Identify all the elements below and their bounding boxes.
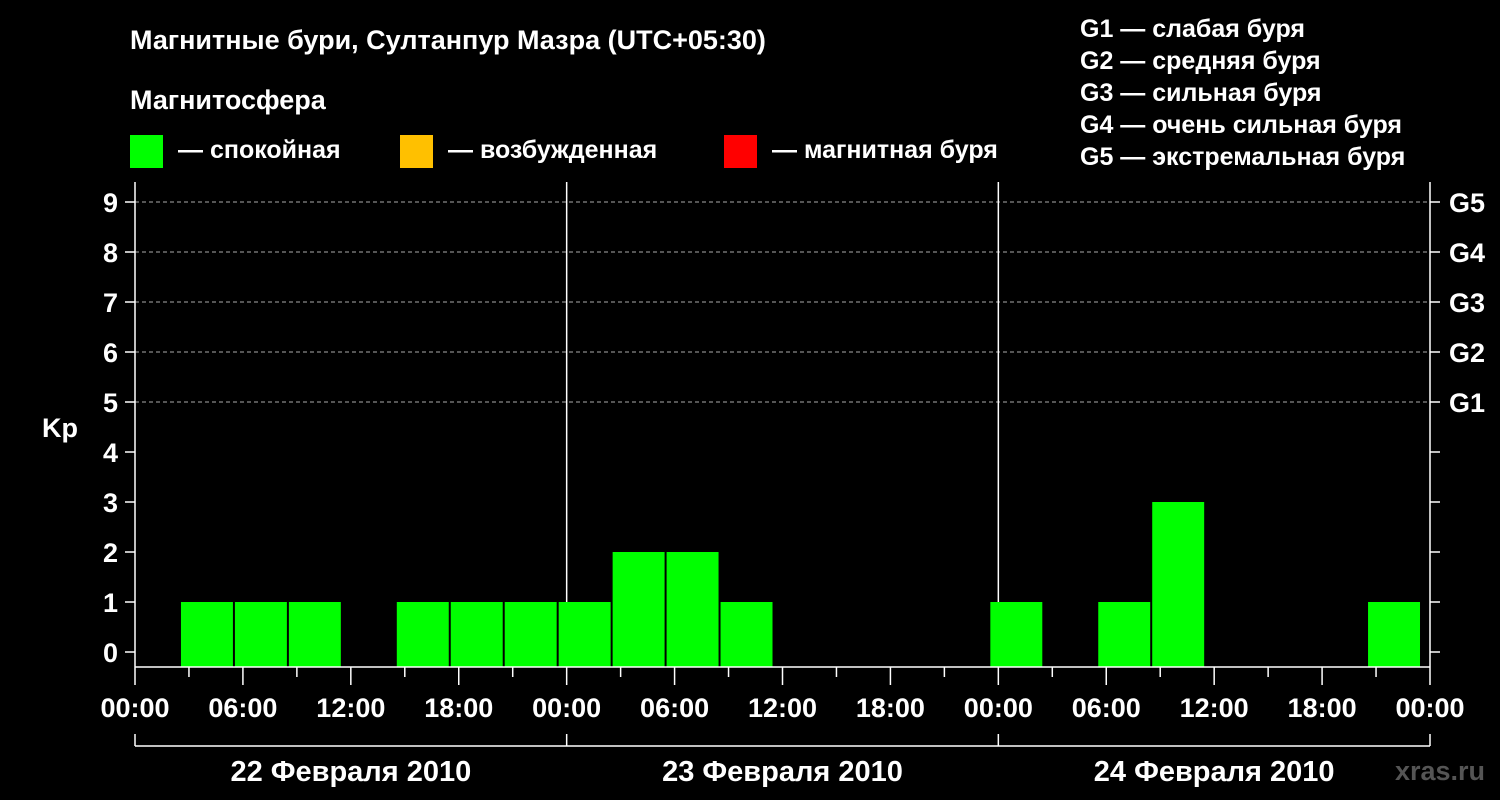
x-tick-label-8: 00:00 [964, 693, 1033, 723]
y-tick-label-9: 9 [103, 188, 118, 218]
y-tick-label-5: 5 [103, 388, 118, 418]
bar-6 [504, 602, 557, 667]
right-tick-label-G1: G1 [1449, 388, 1485, 418]
legend: — спокойная — возбужденная — магнитная б… [130, 135, 998, 168]
legend-swatch-active [400, 135, 433, 168]
bar-10 [720, 602, 773, 667]
grid [135, 182, 1430, 667]
x-tick-label-4: 00:00 [532, 693, 601, 723]
legend-label-quiet: — спокойная [178, 136, 341, 164]
storm-level-g1: G1 — слабая буря [1080, 15, 1305, 43]
y-axis-label: Kp [42, 413, 78, 443]
storm-level-legend: G1 — слабая буря G2 — средняя буря G3 — … [1080, 15, 1405, 171]
x-tick-label-11: 18:00 [1288, 693, 1357, 723]
bar-7 [558, 602, 611, 667]
y-tick-label-8: 8 [103, 238, 118, 268]
bars [180, 502, 1421, 667]
bar-5 [450, 602, 503, 667]
legend-swatch-storm [724, 135, 757, 168]
x-tick-label-5: 06:00 [640, 693, 709, 723]
right-tick-label-G5: G5 [1449, 188, 1485, 218]
day-label-2: 24 Февраля 2010 [1094, 756, 1335, 788]
bar-8 [612, 552, 665, 667]
legend-label-active: — возбужденная [448, 136, 657, 164]
x-tick-label-1: 06:00 [208, 693, 277, 723]
bar-17 [1098, 602, 1151, 667]
x-tick-label-9: 06:00 [1072, 693, 1141, 723]
y-tick-label-2: 2 [103, 538, 118, 568]
x-tick-label-0: 00:00 [100, 693, 169, 723]
y-tick-label-6: 6 [103, 338, 118, 368]
storm-level-g3: G3 — сильная буря [1080, 79, 1322, 107]
bar-2 [288, 602, 341, 667]
x-tick-label-7: 18:00 [856, 693, 925, 723]
watermark: xras.ru [1395, 756, 1485, 786]
x-tick-label-6: 12:00 [748, 693, 817, 723]
day-label-0: 22 Февраля 2010 [230, 756, 471, 788]
bar-1 [234, 602, 287, 667]
x-tick-label-12: 00:00 [1395, 693, 1464, 723]
day-label-1: 23 Февраля 2010 [662, 756, 903, 788]
storm-level-g5: G5 — экстремальная буря [1080, 143, 1405, 171]
legend-label-storm: — магнитная буря [772, 136, 998, 164]
storm-level-g4: G4 — очень сильная буря [1080, 111, 1402, 139]
legend-swatch-quiet [130, 135, 163, 168]
bar-9 [666, 552, 719, 667]
kp-chart: Магнитные бури, Султанпур Мазра (UTC+05:… [42, 15, 1485, 788]
x-tick-label-10: 12:00 [1180, 693, 1249, 723]
y-tick-label-7: 7 [103, 288, 118, 318]
y-tick-label-3: 3 [103, 488, 118, 518]
y-tick-label-4: 4 [103, 438, 118, 468]
x-tick-label-2: 12:00 [316, 693, 385, 723]
chart-title: Магнитные бури, Султанпур Мазра (UTC+05:… [130, 25, 766, 55]
storm-level-g2: G2 — средняя буря [1080, 47, 1321, 75]
bar-22 [1368, 602, 1421, 667]
right-tick-label-G3: G3 [1449, 288, 1485, 318]
y-tick-label-1: 1 [103, 588, 118, 618]
bar-18 [1152, 502, 1205, 667]
right-tick-label-G2: G2 [1449, 338, 1485, 368]
bar-0 [180, 602, 233, 667]
y-tick-label-0: 0 [103, 638, 118, 668]
x-tick-label-3: 18:00 [424, 693, 493, 723]
bar-15 [990, 602, 1043, 667]
legend-title: Магнитосфера [130, 85, 327, 115]
right-tick-label-G4: G4 [1449, 238, 1485, 268]
bar-4 [396, 602, 449, 667]
axes: 0 1 2 3 4 5 6 7 8 9 G1 G2 G3 G4 G5 00:00 06:00 12:00 18:00… [100, 182, 1485, 788]
